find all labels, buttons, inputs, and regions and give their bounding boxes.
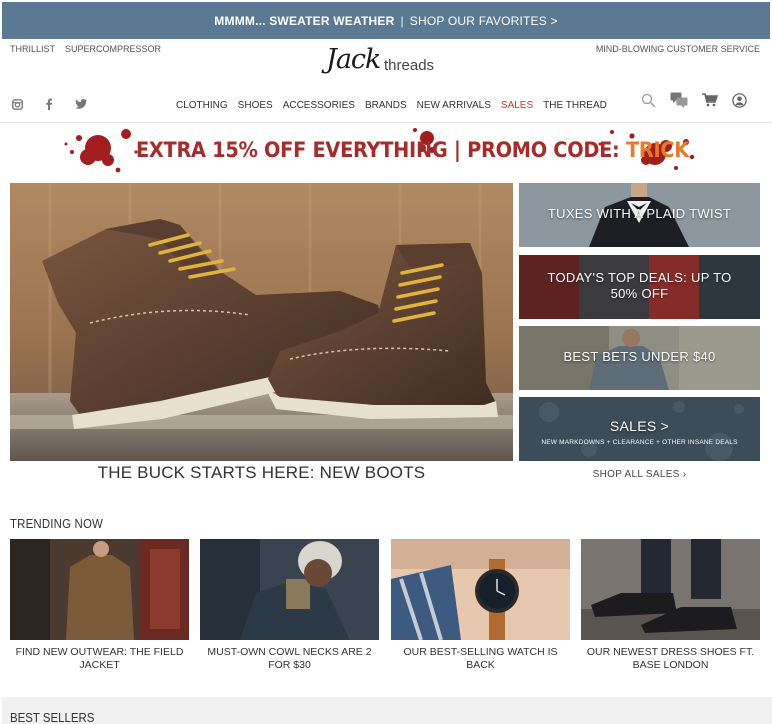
nav-the-thread[interactable]: THE THREAD [543,100,607,111]
nav-accessories[interactable]: ACCESSORIES [283,100,355,111]
trending-card-dress-shoes-image[interactable] [581,539,760,640]
tile-sales-subtitle: NEW MARKDOWNS + CLEARANCE + OTHER INSANE… [541,439,738,446]
nav-brands[interactable]: BRANDS [365,100,407,111]
instagram-icon[interactable] [12,98,23,110]
announcement-bar[interactable]: MMMM... SWEATER WEATHER | SHOP OUR FAVOR… [2,2,770,39]
trending-card-cowl-image[interactable] [200,539,379,640]
cart-icon[interactable] [702,93,719,112]
nav-sales[interactable]: SALES [501,100,533,111]
tile-top-deals-title-line2: 50% OFF [610,286,669,301]
shop-all-sales-link[interactable]: SHOP ALL SALES › [519,469,760,480]
trending-card-watch-image[interactable] [391,539,570,640]
trending-now-heading: TRENDING NOW [10,516,103,531]
tile-sales[interactable]: SALES > NEW MARKDOWNS + CLEARANCE + OTHE… [519,397,760,461]
trending-card-jacket-line2: JACKET [79,659,120,671]
supercompressor-link[interactable]: SUPERCOMPRESSOR [65,44,161,54]
logo-threads: threads [384,57,435,74]
utility-links: THRILLIST SUPERCOMPRESSOR [10,44,161,54]
trending-card-watch-line2: BACK [466,659,495,671]
tile-tuxes-title: TUXES WITH A PLAID TWIST [547,206,732,221]
trending-card-jacket-line1: FIND NEW OUTWEAR: THE FIELD [15,646,184,658]
chat-icon[interactable] [670,92,688,113]
trending-card-cowl-line2: FOR $30 [268,659,311,671]
promo-code-banner[interactable]: EXTRA 15% OFF EVERYTHING | PROMO CODE: T… [136,138,689,162]
nav-shoes[interactable]: SHOES [238,100,273,111]
tile-sales-title: SALES > [609,418,670,434]
hero-caption[interactable]: THE BUCK STARTS HERE: NEW BOOTS [10,463,513,483]
tile-tuxes[interactable]: TUXES WITH A PLAID TWIST [519,183,760,247]
tile-top-deals[interactable]: TODAY'S TOP DEALS: UP TO 50% OFF [519,255,760,319]
tile-best-bets[interactable]: BEST BETS UNDER $40 [519,326,760,390]
tile-best-bets-title: BEST BETS UNDER $40 [563,349,716,364]
main-nav: CLOTHING SHOES ACCESSORIES BRANDS NEW AR… [176,100,617,111]
trending-card-dress-shoes-caption[interactable]: OUR NEWEST DRESS SHOES FT. BASE LONDON [581,646,760,672]
logo-jack: Jack [326,44,381,75]
hero-boots-image[interactable] [10,183,513,461]
best-sellers-heading: BEST SELLERS [10,710,95,724]
best-sellers-section: BEST SELLERS [2,697,772,724]
trending-card-dress-shoes-line1: OUR NEWEST DRESS SHOES FT. [586,646,755,658]
trending-card-watch-line1: OUR BEST-SELLING WATCH IS [403,646,558,658]
shop-favorites-link[interactable]: SHOP OUR FAVORITES > [410,14,558,28]
trending-card-jacket-caption[interactable]: FIND NEW OUTWEAR: THE FIELD JACKET [10,646,189,672]
nav-divider [0,122,772,123]
social-icons [12,98,87,110]
nav-new-arrivals[interactable]: NEW ARRIVALS [417,100,491,111]
search-icon[interactable] [641,93,656,113]
announcement-headline: MMMM... SWEATER WEATHER [214,13,395,28]
trending-card-jacket-image[interactable] [10,539,189,640]
jackthreads-logo[interactable]: Jack threads [322,44,446,80]
trending-card-watch-caption[interactable]: OUR BEST-SELLING WATCH IS BACK [391,646,570,672]
facebook-icon[interactable] [45,98,53,110]
twitter-icon[interactable] [75,99,87,109]
trending-card-dress-shoes-line2: BASE LONDON [632,659,709,671]
header-tools [641,92,747,113]
trending-card-cowl-line1: MUST-OWN COWL NECKS ARE 2 [207,646,372,658]
account-icon[interactable] [732,92,747,113]
promo-text: EXTRA 15% OFF EVERYTHING | PROMO CODE: [136,138,626,162]
nav-clothing[interactable]: CLOTHING [176,100,228,111]
tile-top-deals-title-line1: TODAY'S TOP DEALS: UP TO [547,270,732,285]
trending-card-cowl-caption[interactable]: MUST-OWN COWL NECKS ARE 2 FOR $30 [200,646,379,672]
announcement-separator: | [400,13,404,28]
promo-code: TRICK [625,138,689,162]
customer-service-link[interactable]: MIND-BLOWING CUSTOMER SERVICE [596,44,760,54]
thrillist-link[interactable]: THRILLIST [10,44,55,54]
